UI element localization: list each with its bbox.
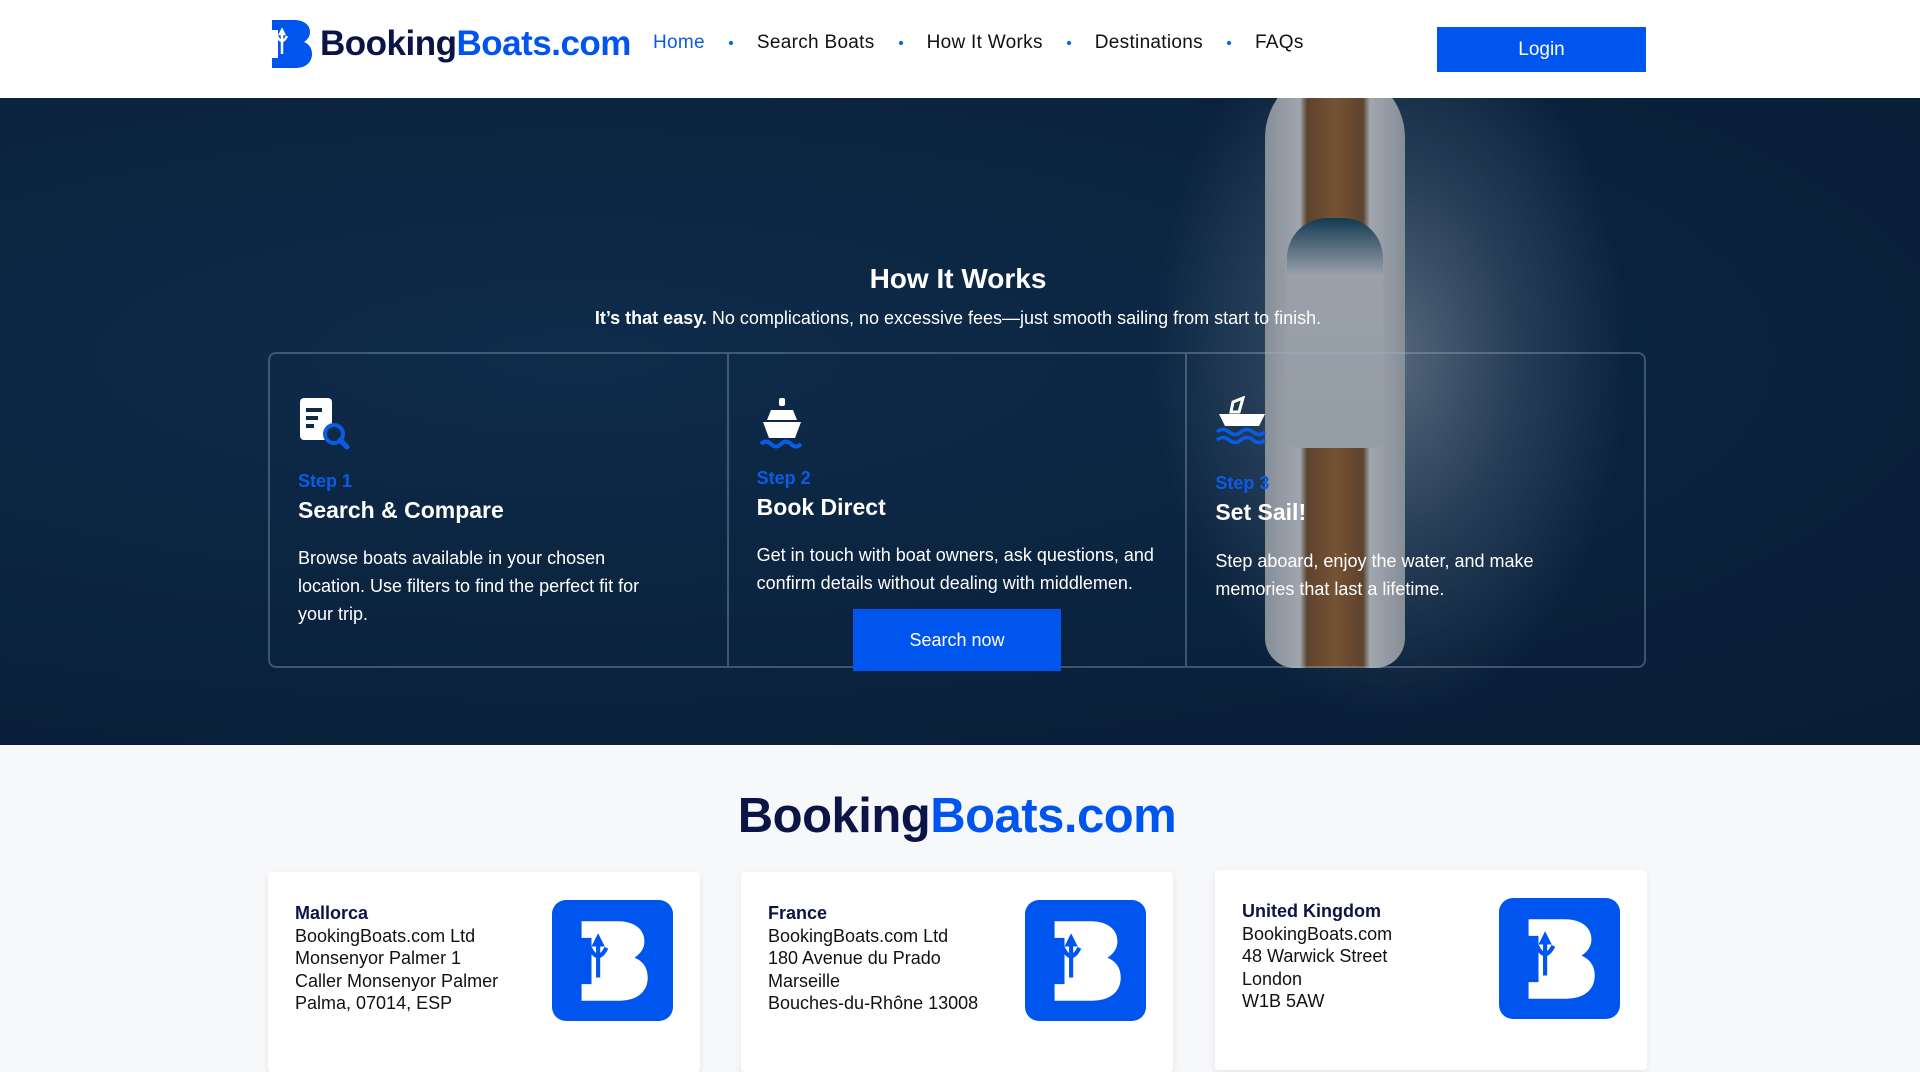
office-address: France BookingBoats.com Ltd 180 Avenue du… <box>768 902 978 1015</box>
footer-logo: BookingBoats.com <box>0 788 1917 844</box>
nav-search-boats[interactable]: Search Boats <box>757 32 875 54</box>
office-name: France <box>768 903 828 923</box>
section-title: How It Works <box>869 263 1047 294</box>
address-line: Monsenyor Palmer 1 <box>295 948 462 968</box>
logo-text-boats: Boats.com <box>456 24 631 63</box>
office-name: United Kingdom <box>1242 901 1381 921</box>
main-nav: Home Search Boats How It Works Destinati… <box>653 32 1304 54</box>
logo-badge-icon <box>1025 900 1146 1021</box>
address-line: Marseille <box>768 970 841 991</box>
step-description: Get in touch with boat owners, ask quest… <box>756 545 1154 593</box>
subtitle-text: No complications, no excessive fees—just… <box>706 308 1322 328</box>
section-subtitle: It’s that easy. No complications, no exc… <box>0 308 1918 329</box>
office-address: Mallorca BookingBoats.com Ltd Monsenyor P… <box>295 902 498 1015</box>
address-line: 48 Warwick Street <box>1242 946 1388 966</box>
step-card-1: Step 1 Search & Compare Browse boats ava… <box>270 354 729 666</box>
site-logo[interactable]: Booking Boats.com <box>268 18 631 70</box>
office-card: Mallorca BookingBoats.com Ltd Monsenyor P… <box>268 872 700 1072</box>
search-now-button[interactable]: Search now <box>853 609 1061 671</box>
nav-separator <box>898 41 903 45</box>
nav-faqs[interactable]: FAQs <box>1255 32 1304 54</box>
nav-destinations[interactable]: Destinations <box>1095 32 1203 54</box>
subtitle-bold: It’s that easy. <box>594 308 707 328</box>
step-label: Step 3 <box>1215 473 1270 493</box>
address-line: Bouches-du-Rhône 13008 <box>768 993 979 1013</box>
document-search-icon <box>300 398 350 450</box>
login-button[interactable]: Login <box>1437 27 1646 72</box>
logo-text-booking: Booking <box>320 24 457 63</box>
speedboat-icon <box>1216 396 1267 445</box>
step-description: Browse boats available in your chosen lo… <box>298 548 640 624</box>
site-header: Booking Boats.com Home Search Boats How I… <box>0 0 1920 98</box>
step-title: Set Sail! <box>1215 499 1307 525</box>
step-title: Book Direct <box>756 494 886 520</box>
how-it-works-section: How It Works It’s that easy. No complica… <box>0 98 1920 745</box>
address-line: London <box>1242 968 1303 989</box>
address-line: BookingBoats.com Ltd <box>768 925 949 946</box>
address-line: 180 Avenue du Prado <box>768 948 941 968</box>
nav-home[interactable]: Home <box>653 32 705 54</box>
nav-separator <box>728 41 733 45</box>
address-line: Caller Monsenyor Palmer <box>295 970 499 991</box>
step-label: Step 2 <box>756 468 811 488</box>
logo-badge-icon <box>1499 898 1620 1019</box>
office-card: France BookingBoats.com Ltd 180 Avenue du… <box>741 872 1173 1072</box>
footer-logo-boats: Boats.com <box>930 789 1177 843</box>
address-line: BookingBoats.com Ltd <box>295 925 476 946</box>
address-line: BookingBoats.com <box>1242 923 1393 944</box>
logo-mark-icon <box>272 20 312 68</box>
step-label: Step 1 <box>298 471 353 491</box>
office-address: United Kingdom BookingBoats.com 48 Warwic… <box>1242 900 1392 1013</box>
footer-logo-booking: Booking <box>737 789 931 843</box>
step-card-3: Step 3 Set Sail! Step aboard, enjoy the … <box>1187 354 1644 666</box>
nav-separator <box>1066 41 1071 45</box>
ship-icon <box>759 398 803 449</box>
address-line: W1B 5AW <box>1242 991 1325 1011</box>
office-card: United Kingdom BookingBoats.com 48 Warwic… <box>1215 870 1647 1070</box>
step-title: Search & Compare <box>298 497 504 523</box>
address-line: Palma, 07014, ESP <box>295 993 453 1013</box>
step-description: Step aboard, enjoy the water, and make m… <box>1215 551 1534 599</box>
logo-badge-icon <box>552 900 673 1021</box>
office-name: Mallorca <box>295 903 369 923</box>
nav-separator <box>1226 41 1231 45</box>
nav-how-it-works[interactable]: How It Works <box>927 32 1043 54</box>
